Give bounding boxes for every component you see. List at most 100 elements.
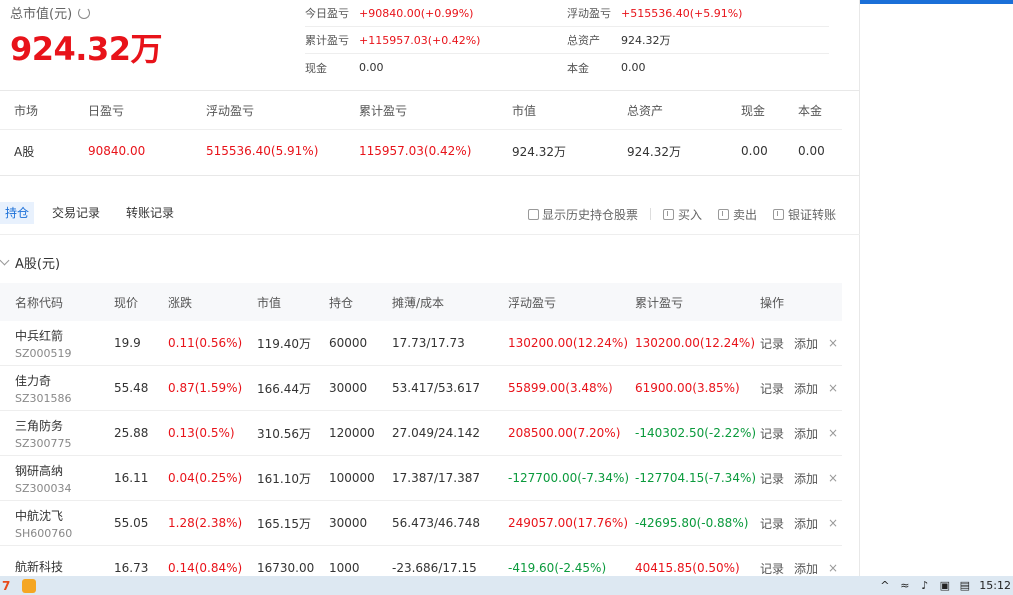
price-cell: 16.73: [114, 561, 149, 575]
divider: [0, 234, 860, 235]
add-button[interactable]: 添加: [794, 560, 818, 577]
cost-cell: 17.73/17.73: [392, 336, 465, 350]
close-icon[interactable]: ×: [828, 336, 838, 350]
table-row[interactable]: 中兵红箭 SZ000519 19.9 0.11(0.56%) 119.40万 60000 1…: [0, 321, 842, 366]
float-pnl-cell: 208500.00(7.20%): [508, 426, 621, 440]
market-cell: A股: [14, 144, 35, 159]
stock-name-code[interactable]: 航新科技: [15, 558, 114, 578]
market-cell: 90840.00: [88, 144, 146, 158]
summary-key: 浮动盈亏: [567, 7, 611, 20]
add-button[interactable]: 添加: [794, 470, 818, 487]
market-header-cell: 浮动盈亏: [206, 103, 255, 118]
table-row[interactable]: 中航沈飞 SH600760 55.05 1.28(2.38%) 165.15万 30000…: [0, 501, 842, 546]
market-value-cell: 119.40万: [257, 336, 311, 351]
summary-row: 累计盈亏 +115957.03(+0.42%) 总资产 924.32万: [305, 27, 829, 54]
clock[interactable]: 15:12: [979, 579, 1011, 592]
summary-cell: 浮动盈亏 +515536.40(+5.91%): [567, 5, 829, 21]
transfer-icon: [773, 208, 785, 220]
position-cell: 100000: [329, 471, 375, 485]
tab-transfers[interactable]: 转账记录: [118, 202, 182, 224]
table-header-cell: 持仓: [329, 295, 354, 310]
change-cell: 0.14(0.84%): [168, 561, 243, 575]
summary-key: 累计盈亏: [305, 34, 349, 47]
market-value-cell: 16730.00: [257, 561, 315, 575]
close-icon[interactable]: ×: [828, 426, 838, 440]
keyboard-icon[interactable]: ▤: [959, 580, 970, 591]
table-row[interactable]: 三角防务 SZ300775 25.88 0.13(0.5%) 310.56万 120000…: [0, 411, 842, 456]
summary-value: 924.32万: [621, 34, 671, 47]
refresh-icon[interactable]: [78, 6, 91, 19]
stock-name: 三角防务: [15, 418, 64, 433]
price-cell: 19.9: [114, 336, 141, 350]
sell-button[interactable]: 卖出: [718, 206, 757, 223]
market-cell: 515536.40(5.91%): [206, 144, 319, 158]
app-icon[interactable]: 7: [2, 579, 10, 593]
stock-name: 中兵红箭: [15, 328, 64, 343]
tab-trades[interactable]: 交易记录: [44, 202, 108, 224]
market-header-cell: 总资产: [627, 103, 664, 118]
record-button[interactable]: 记录: [760, 470, 784, 487]
market-header-cell: 市场: [14, 103, 39, 118]
record-button[interactable]: 记录: [760, 380, 784, 397]
change-cell: 0.11(0.56%): [168, 336, 243, 350]
buy-button[interactable]: 买入: [663, 206, 702, 223]
table-row[interactable]: 佳力奇 SZ301586 55.48 0.87(1.59%) 166.44万 30000 5…: [0, 366, 842, 411]
wifi-icon[interactable]: ≈: [899, 580, 910, 591]
market-header-cell: 市值: [512, 103, 537, 118]
record-button[interactable]: 记录: [760, 335, 784, 352]
app-icon[interactable]: [22, 578, 37, 593]
holdings-table-header: 名称代码 现价 涨跌 市值 持仓 摊薄/成本 浮动盈亏 累计盈亏 操作: [0, 283, 842, 321]
stock-name-code[interactable]: 中航沈飞 SH600760: [15, 507, 114, 540]
buy-icon: [663, 208, 675, 220]
record-button[interactable]: 记录: [760, 515, 784, 532]
table-row[interactable]: 钢研高纳 SZ300034 16.11 0.04(0.25%) 161.10万 10000…: [0, 456, 842, 501]
summary-value: 0.00: [359, 61, 384, 74]
close-icon[interactable]: ×: [828, 516, 838, 530]
holdings-table-body: 中兵红箭 SZ000519 19.9 0.11(0.56%) 119.40万 60000 1…: [0, 321, 842, 591]
summary-value: +90840.00(+0.99%): [359, 6, 474, 20]
portfolio-panel: 总市值(元) 924.32万 今日盈亏 +90840.00(+0.99%) 浮动盈亏…: [0, 0, 860, 591]
tab-bar: 持仓 交易记录 转账记录: [0, 202, 192, 224]
market-header-cell: 现金: [741, 103, 766, 118]
stock-name-code[interactable]: 三角防务 SZ300775: [15, 417, 114, 450]
close-icon[interactable]: ×: [828, 471, 838, 485]
table-header-cell: 浮动盈亏: [508, 295, 557, 310]
market-cell: 0.00: [741, 144, 768, 158]
record-button[interactable]: 记录: [760, 560, 784, 577]
add-button[interactable]: 添加: [794, 425, 818, 442]
summary-row: 现金 0.00 本金 0.00: [305, 54, 829, 81]
cost-cell: 27.049/24.142: [392, 426, 481, 440]
market-table-row: A股 90840.00 515536.40(5.91%) 115957.03(0.42…: [0, 130, 842, 172]
change-cell: 1.28(2.38%): [168, 516, 243, 530]
summary-row: 今日盈亏 +90840.00(+0.99%) 浮动盈亏 +515536.40(+5.9…: [305, 0, 829, 27]
market-table-header: 市场 日盈亏 浮动盈亏 累计盈亏 市值 总资产 现金 本金: [0, 91, 842, 130]
close-icon[interactable]: ×: [828, 381, 838, 395]
market-cell: 115957.03(0.42%): [359, 144, 472, 158]
tab-holdings[interactable]: 持仓: [0, 202, 35, 224]
sell-icon: [718, 208, 730, 220]
chevron-up-icon[interactable]: ^: [879, 580, 890, 591]
volume-icon[interactable]: ♪: [919, 580, 930, 591]
summary-cell: 本金 0.00: [567, 60, 829, 76]
stock-name-code[interactable]: 钢研高纳 SZ300034: [15, 462, 114, 495]
market-cell: 0.00: [798, 144, 825, 158]
add-button[interactable]: 添加: [794, 515, 818, 532]
summary-cell: 今日盈亏 +90840.00(+0.99%): [305, 5, 567, 21]
show-history-label[interactable]: 显示历史持仓股票: [542, 206, 638, 223]
table-header-cell: 现价: [114, 295, 139, 310]
close-icon[interactable]: ×: [828, 561, 838, 575]
show-history-checkbox[interactable]: [528, 208, 539, 220]
summary-key: 现金: [305, 61, 327, 75]
bank-transfer-button[interactable]: 银证转账: [773, 206, 836, 223]
stock-name-code[interactable]: 中兵红箭 SZ000519: [15, 327, 114, 360]
stock-name-code[interactable]: 佳力奇 SZ301586: [15, 372, 114, 405]
cost-cell: 17.387/17.387: [392, 471, 481, 485]
input-method-icon[interactable]: ▣: [939, 580, 950, 591]
add-button[interactable]: 添加: [794, 380, 818, 397]
row-actions: 记录 添加 ×: [760, 470, 842, 487]
record-button[interactable]: 记录: [760, 425, 784, 442]
cum-pnl-cell: -140302.50(-2.22%): [635, 426, 757, 440]
add-button[interactable]: 添加: [794, 335, 818, 352]
group-header-a-share[interactable]: A股(元): [0, 253, 60, 272]
position-cell: 30000: [329, 381, 368, 395]
